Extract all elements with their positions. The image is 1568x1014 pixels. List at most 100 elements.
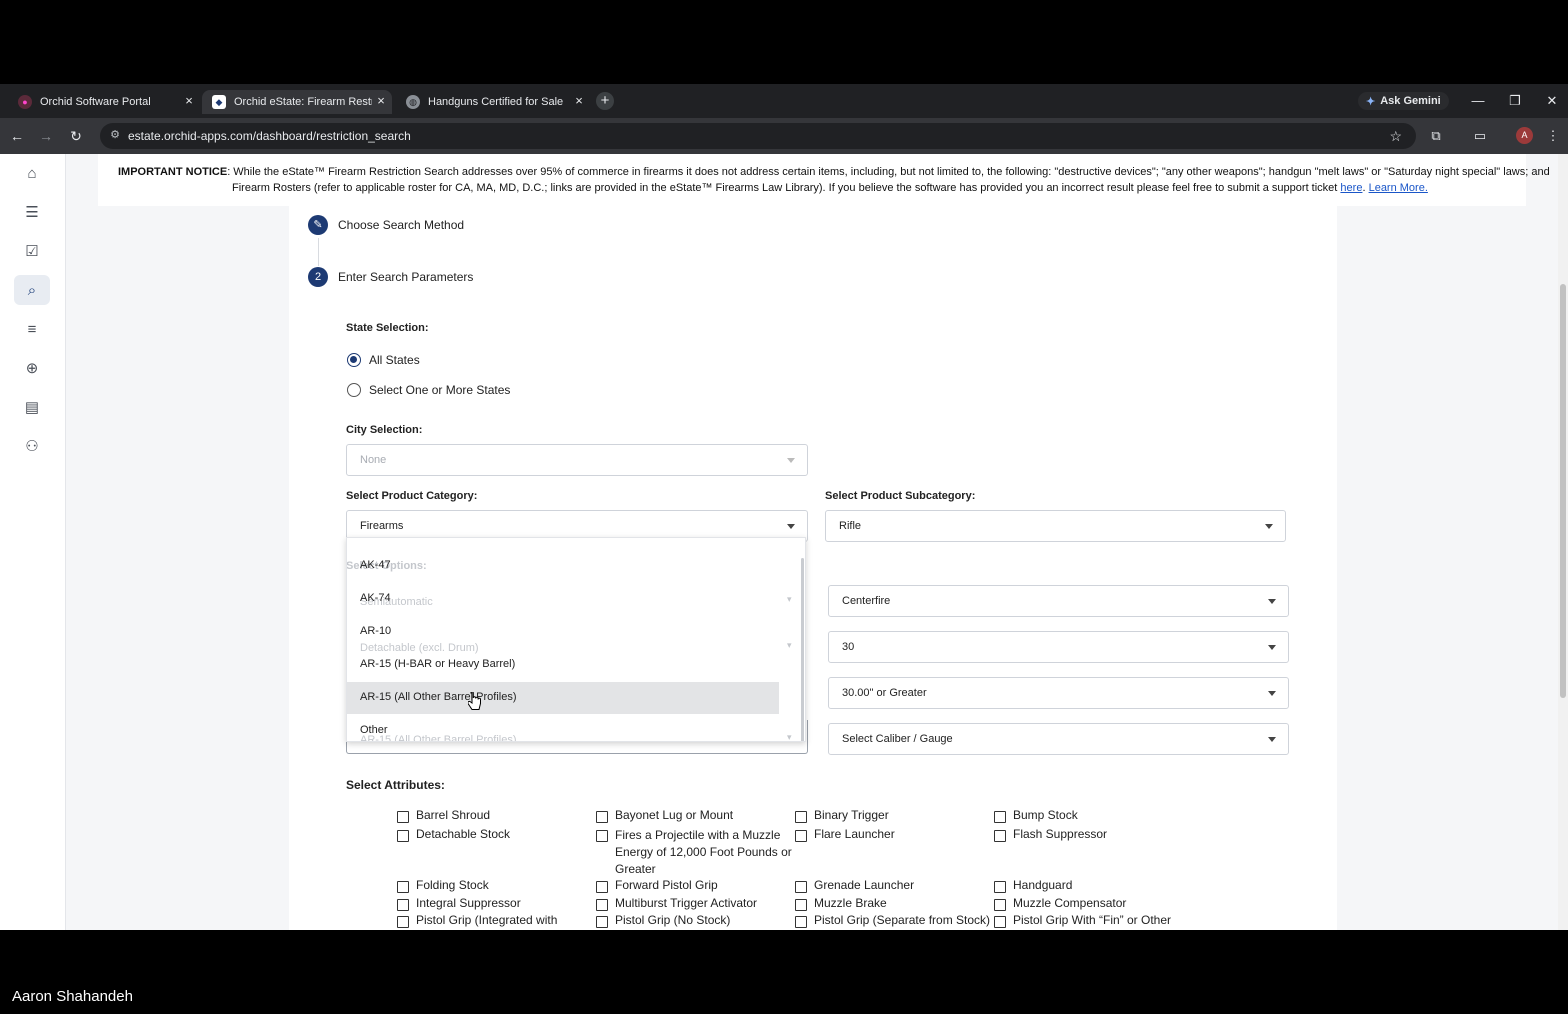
support-ticket-link[interactable]: here [1340, 182, 1362, 194]
menu-kebab-icon[interactable]: ⋮ [1544, 127, 1562, 145]
city-select[interactable]: None [346, 444, 808, 476]
attribute-label[interactable]: Muzzle Brake [814, 896, 887, 910]
attribute-label[interactable]: Detachable Stock [416, 827, 510, 841]
attribute-checkbox[interactable] [994, 811, 1006, 823]
attribute-checkbox[interactable] [795, 811, 807, 823]
dropdown-option[interactable]: AK-74 [347, 583, 779, 615]
home-icon[interactable]: ⌂ [14, 158, 50, 188]
product-subcategory-select[interactable]: Rifle [825, 510, 1286, 542]
step-1-label[interactable]: Choose Search Method [338, 218, 464, 232]
attribute-checkbox[interactable] [795, 899, 807, 911]
close-icon[interactable]: × [374, 94, 388, 108]
dropdown-scrollbar[interactable] [801, 558, 804, 741]
side-panel-icon[interactable]: ▭ [1471, 127, 1489, 145]
attribute-label[interactable]: Grenade Launcher [814, 878, 914, 892]
step-connector [318, 238, 319, 266]
pencil-icon[interactable]: ✎ [308, 215, 328, 235]
list-search-icon[interactable]: ≡ [14, 314, 50, 344]
attribute-checkbox[interactable] [596, 916, 608, 928]
attribute-label[interactable]: Flare Launcher [814, 827, 895, 841]
attribute-checkbox[interactable] [596, 881, 608, 893]
step-2-label: Enter Search Parameters [338, 270, 474, 284]
magazine-capacity-select[interactable]: 30 [828, 631, 1289, 663]
tab-orchid-portal[interactable]: ● Orchid Software Portal × [8, 90, 196, 114]
page-scrollbar-thumb[interactable] [1560, 284, 1566, 698]
close-icon[interactable]: × [182, 94, 196, 108]
overall-length-select[interactable]: 30.00" or Greater [828, 677, 1289, 709]
attribute-checkbox[interactable] [994, 916, 1006, 928]
bookmark-star-icon[interactable]: ☆ [1389, 128, 1402, 145]
forward-arrow-icon[interactable]: → [37, 127, 55, 145]
tab-handguns-certified[interactable]: ◍ Handguns Certified for Sale | St × [398, 90, 586, 114]
document-search-icon[interactable]: ⌕ [14, 275, 50, 305]
document-list-icon[interactable]: ☰ [14, 197, 50, 227]
learn-more-link[interactable]: Learn More. [1369, 182, 1428, 194]
model-dropdown-menu[interactable]: Select Options: Semiautomatic Detachable… [346, 537, 806, 742]
attribute-checkbox[interactable] [397, 899, 409, 911]
minimize-icon[interactable]: — [1468, 92, 1488, 110]
report-icon[interactable]: ▤ [14, 392, 50, 422]
restore-icon[interactable]: ❐ [1505, 92, 1525, 110]
attribute-label[interactable]: Folding Stock [416, 878, 489, 892]
attribute-label[interactable]: Integral Suppressor [416, 896, 521, 910]
caliber-gauge-select[interactable]: Select Caliber / Gauge [828, 723, 1289, 755]
attribute-checkbox[interactable] [994, 899, 1006, 911]
attribute-label[interactable]: Bump Stock [1013, 808, 1078, 822]
notice-period: . [1362, 182, 1366, 194]
option-label: AR-10 [360, 625, 392, 637]
attribute-label[interactable]: Binary Trigger [814, 808, 889, 822]
reload-icon[interactable]: ↻ [67, 127, 85, 145]
attribute-label[interactable]: Pistol Grip (No Stock) [615, 913, 730, 927]
attribute-checkbox[interactable] [795, 916, 807, 928]
site-info-icon[interactable]: ⚙ [108, 128, 122, 142]
attribute-label[interactable]: Pistol Grip (Separate from Stock) [814, 913, 990, 927]
attribute-checkbox[interactable] [994, 830, 1006, 842]
attribute-checkbox[interactable] [596, 899, 608, 911]
attribute-checkbox[interactable] [397, 916, 409, 928]
address-bar[interactable]: ⚙ estate.orchid-apps.com/dashboard/restr… [100, 123, 1416, 149]
radio-select-states-label[interactable]: Select One or More States [369, 383, 510, 397]
file-add-icon[interactable]: ⊕ [14, 353, 50, 383]
users-settings-icon[interactable]: ⚇ [14, 431, 50, 461]
rimfire-centerfire-select[interactable]: Centerfire [828, 585, 1289, 617]
close-icon[interactable]: × [572, 94, 586, 108]
radio-all-states[interactable] [347, 353, 361, 367]
dropdown-option[interactable]: AR-15 (H-BAR or Heavy Barrel) [347, 649, 779, 681]
attribute-label[interactable]: Flash Suppressor [1013, 827, 1107, 841]
attribute-label[interactable]: Multiburst Trigger Activator [615, 896, 757, 910]
radio-select-states[interactable] [347, 383, 361, 397]
attribute-checkbox[interactable] [795, 881, 807, 893]
chevron-down-icon [1265, 524, 1273, 529]
attribute-checkbox[interactable] [994, 881, 1006, 893]
attribute-checkbox[interactable] [397, 830, 409, 842]
tab-orchid-estate[interactable]: ◆ Orchid eState: Firearm Restrictio × [202, 90, 392, 114]
radio-all-states-label[interactable]: All States [369, 353, 420, 367]
attribute-label[interactable]: Barrel Shroud [416, 808, 490, 822]
globe-icon: ◍ [406, 95, 420, 109]
dropdown-option[interactable]: AR-10 [347, 616, 779, 648]
attribute-label[interactable]: Muzzle Compensator [1013, 896, 1126, 910]
attribute-checkbox[interactable] [795, 830, 807, 842]
clipboard-check-icon[interactable]: ☑ [14, 236, 50, 266]
page-scrollbar[interactable] [1558, 154, 1568, 930]
attribute-label[interactable]: Handguard [1013, 878, 1072, 892]
dropdown-option[interactable]: AK-47 [347, 550, 779, 582]
ask-gemini-button[interactable]: ✦ Ask Gemini [1358, 92, 1449, 110]
attribute-label[interactable]: Forward Pistol Grip [615, 878, 718, 892]
back-arrow-icon[interactable]: ← [8, 127, 26, 145]
dropdown-option[interactable]: Other [347, 715, 779, 741]
attribute-checkbox[interactable] [397, 881, 409, 893]
attribute-label[interactable]: Pistol Grip (Integrated with [416, 913, 557, 927]
attribute-label[interactable]: Fires a Projectile with a Muzzle Energy … [615, 827, 795, 878]
attribute-checkbox[interactable] [596, 811, 608, 823]
attribute-checkbox[interactable] [397, 811, 409, 823]
close-window-icon[interactable]: ✕ [1542, 92, 1562, 110]
profile-avatar[interactable]: A [1516, 127, 1533, 144]
orchid-logo-icon: ● [18, 95, 32, 109]
dropdown-option-hovered[interactable]: AR-15 (All Other Barrel Profiles) [347, 682, 779, 714]
attribute-label[interactable]: Pistol Grip With “Fin” or Other [1013, 913, 1171, 927]
attribute-checkbox[interactable] [596, 830, 608, 842]
extensions-icon[interactable]: ⧉ [1427, 127, 1445, 145]
attribute-label[interactable]: Bayonet Lug or Mount [615, 808, 733, 822]
new-tab-button[interactable]: + [596, 92, 614, 110]
